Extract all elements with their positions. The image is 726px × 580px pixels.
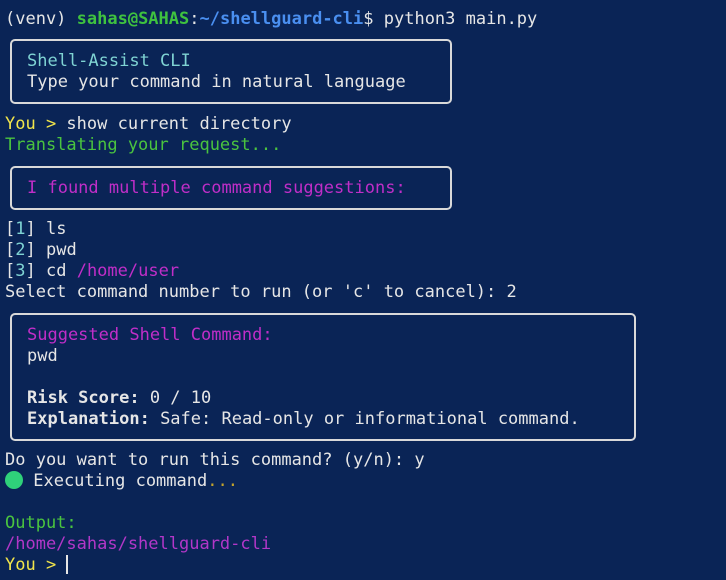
user-input-line: You > show current directory [5, 114, 292, 135]
user-query: show current directory [66, 114, 292, 134]
suggested-command: pwd [27, 346, 58, 366]
header-box: Shell-Assist CLI Type your command in na… [10, 39, 452, 104]
risk-score-label: Risk Score: [27, 388, 140, 408]
current-path: ~/shellguard-cli [199, 9, 364, 29]
option-index: 2 [15, 240, 26, 260]
user-host: sahas@SAHAS [76, 9, 190, 29]
app-subtitle: Type your command in natural language [27, 72, 406, 92]
explanation-label: Explanation: [27, 409, 150, 429]
terminal-window[interactable]: (venv) sahas@SAHAS:~/shellguard-cli$ pyt… [0, 0, 726, 580]
option-command: pwd [45, 240, 77, 260]
confirm-prompt: Do you want to run this command? (y/n): … [5, 450, 425, 470]
option-item[interactable]: [2] pwd [5, 240, 77, 261]
user-input-line-active[interactable]: You > [5, 555, 69, 576]
risk-score-value: 0 / 10 [139, 388, 212, 408]
select-prompt: Select command number to run (or 'c' to … [5, 282, 517, 302]
option-command: cd [45, 261, 77, 281]
you-label: You > [5, 555, 67, 575]
option-item[interactable]: [1] ls [5, 219, 66, 240]
output-value: /home/sahas/shellguard-cli [5, 534, 272, 554]
option-item[interactable]: [3] cd /home/user [5, 261, 179, 282]
output-label: Output: [5, 513, 77, 533]
option-command: ls [45, 219, 67, 239]
suggestions-title: I found multiple command suggestions: [27, 178, 406, 198]
app-title: Shell-Assist CLI [27, 51, 191, 71]
text-cursor[interactable] [66, 555, 69, 574]
venv-label: (venv) [5, 9, 77, 29]
risk-score-line: Risk Score: 0 / 10 [27, 388, 211, 409]
suggestions-box: I found multiple command suggestions: [10, 166, 452, 210]
option-argument: /home/user [76, 261, 180, 281]
suggested-command-title: Suggested Shell Command: [27, 325, 273, 345]
executing-line: Executing command... [5, 471, 238, 492]
status-dot-icon [5, 471, 23, 489]
you-label: You > [5, 114, 67, 134]
explanation-value: Safe: Read-only or informational command… [149, 409, 580, 429]
option-index: 1 [15, 219, 26, 239]
executing-text: Executing command [23, 471, 208, 491]
translating-status: Translating your request... [5, 135, 282, 155]
suggested-command-box: Suggested Shell Command: pwd Risk Score:… [10, 313, 636, 441]
explanation-line: Explanation: Safe: Read-only or informat… [27, 409, 580, 430]
executing-dots: ... [207, 471, 238, 491]
prompt-dollar: $ [363, 9, 384, 29]
shell-prompt-line: (venv) sahas@SAHAS:~/shellguard-cli$ pyt… [5, 9, 537, 30]
entered-command: python3 main.py [383, 9, 538, 29]
prompt-colon: : [189, 9, 200, 29]
option-index: 3 [15, 261, 26, 281]
